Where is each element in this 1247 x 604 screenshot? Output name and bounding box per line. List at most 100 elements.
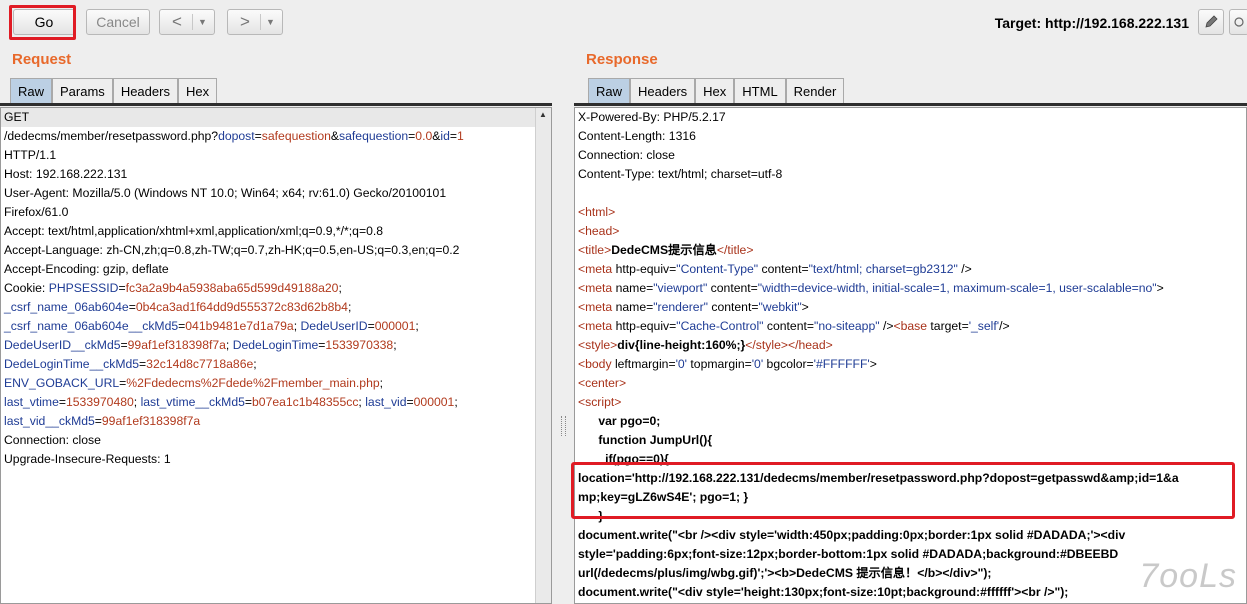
code-token: '0' bbox=[675, 357, 688, 371]
request-pane: Request Raw Params Headers Hex GET/dedecms/… bbox=[0, 46, 552, 604]
code-token: ; bbox=[338, 281, 342, 295]
tab-params[interactable]: Params bbox=[52, 78, 113, 103]
code-token: ; bbox=[379, 376, 384, 390]
code-token: = bbox=[244, 395, 253, 409]
code-token: = bbox=[806, 357, 814, 371]
code-token: DedeLoginTime__ckMd5 bbox=[4, 357, 140, 371]
code-line: <meta name="viewport" content="width=dev… bbox=[575, 279, 1246, 298]
tab-html[interactable]: HTML bbox=[734, 78, 786, 103]
pane-splitter[interactable] bbox=[552, 46, 574, 604]
back-button-divider bbox=[192, 14, 193, 30]
response-editor[interactable]: X-Powered-By: PHP/5.2.17 Content-Length: … bbox=[574, 107, 1247, 604]
code-token: 1 bbox=[457, 129, 464, 143]
code-line: Connection: close bbox=[1, 431, 551, 450]
tab-headers[interactable]: Headers bbox=[112, 78, 178, 103]
request-scrollbar[interactable]: ▲ bbox=[535, 108, 551, 603]
back-arrow-icon: < bbox=[172, 12, 182, 31]
code-token: DedeCMS提示信息 bbox=[611, 243, 717, 257]
cancel-button[interactable]: Cancel bbox=[86, 9, 150, 35]
code-token: = bbox=[367, 319, 375, 333]
tab-hex[interactable]: Hex bbox=[177, 78, 218, 103]
code-token: target bbox=[930, 319, 962, 333]
code-token: %2Fdedecms%2Fdede%2Fmember_main.php bbox=[126, 376, 380, 390]
code-token: ; bbox=[454, 395, 458, 409]
help-button[interactable] bbox=[1229, 9, 1247, 35]
scroll-up-icon[interactable]: ▲ bbox=[539, 110, 547, 119]
code-token: Firefox/61.0 bbox=[4, 205, 69, 219]
code-line: GET bbox=[1, 108, 551, 127]
code-line: Host: 192.168.222.131 bbox=[1, 165, 551, 184]
code-line: Accept-Language: zh-CN,zh;q=0.8,zh-TW;q=… bbox=[1, 241, 551, 260]
request-lines: GET/dedecms/member/resetpassword.php?dop… bbox=[1, 108, 551, 469]
code-token: http-equiv bbox=[615, 319, 670, 333]
code-token: content bbox=[707, 281, 751, 295]
code-token: > bbox=[801, 300, 809, 314]
response-lines: X-Powered-By: PHP/5.2.17 Content-Length: … bbox=[575, 108, 1246, 602]
tab-raw[interactable]: Raw bbox=[10, 78, 53, 103]
back-button[interactable]: < ▼ bbox=[159, 9, 215, 35]
request-editor[interactable]: GET/dedecms/member/resetpassword.php?dop… bbox=[0, 107, 552, 604]
forward-arrow-icon: > bbox=[240, 12, 250, 31]
code-line: User-Agent: Mozilla/5.0 (Windows NT 10.0… bbox=[1, 184, 551, 203]
code-token: safequestion bbox=[261, 129, 331, 143]
code-line: <script> bbox=[575, 393, 1246, 412]
help-icon bbox=[1234, 17, 1244, 27]
request-tab-underline bbox=[0, 103, 552, 106]
edit-target-button[interactable] bbox=[1198, 9, 1224, 35]
code-token: topmargin bbox=[687, 357, 745, 371]
tab-headers[interactable]: Headers bbox=[630, 78, 696, 103]
code-token: id bbox=[440, 129, 450, 143]
code-token: <meta bbox=[578, 262, 616, 276]
forward-button[interactable]: > ▼ bbox=[227, 9, 283, 35]
code-line: <style>div{line-height:160%;}</style></h… bbox=[575, 336, 1246, 355]
code-token: = bbox=[961, 319, 969, 333]
code-token: content bbox=[763, 319, 807, 333]
code-token: Accept-Language: zh-CN,zh;q=0.8,zh-TW;q=… bbox=[4, 243, 460, 257]
code-token: http-equiv bbox=[615, 262, 670, 276]
code-token: name bbox=[615, 300, 647, 314]
tab-raw[interactable]: Raw bbox=[588, 78, 631, 103]
code-line: Upgrade-Insecure-Requests: 1 bbox=[1, 450, 551, 469]
tab-render[interactable]: Render bbox=[785, 78, 845, 103]
code-token: ENV_GOBACK_URL bbox=[4, 376, 120, 390]
code-line: function JumpUrl(){ bbox=[575, 431, 1246, 450]
code-token: function JumpUrl(){ bbox=[578, 433, 713, 447]
code-token: "Cache-Control" bbox=[676, 319, 764, 333]
chevron-down-icon[interactable]: ▼ bbox=[266, 17, 275, 27]
code-token: = bbox=[406, 395, 414, 409]
splitter-grip-icon[interactable] bbox=[561, 416, 566, 436]
code-token: bgcolor bbox=[763, 357, 807, 371]
code-token: <meta bbox=[578, 319, 616, 333]
code-token: "viewport" bbox=[653, 281, 708, 295]
code-token: 1533970480 bbox=[66, 395, 134, 409]
code-line: last_vtime=1533970480; last_vtime__ckMd5… bbox=[1, 393, 551, 412]
code-token: ; bbox=[347, 300, 352, 314]
code-token: last_vid bbox=[365, 395, 407, 409]
code-line: <meta http-equiv="Content-Type" content=… bbox=[575, 260, 1246, 279]
watermark-logo: 7ooLs bbox=[1139, 557, 1237, 595]
code-token: _csrf_name_06ab604e__ckMd5 bbox=[4, 319, 179, 333]
code-token: document.write("<br /><div style='width:… bbox=[578, 528, 1126, 542]
code-line: Cookie: PHPSESSID=fc3a2a9b4a5938aba65d59… bbox=[1, 279, 551, 298]
code-token: _csrf_name_06ab604e bbox=[4, 300, 129, 314]
code-token: safequestion bbox=[339, 129, 409, 143]
code-token: div{line-height:160%;} bbox=[617, 338, 746, 352]
code-line: <meta name="renderer" content="webkit"> bbox=[575, 298, 1246, 317]
code-token: 32c14d8c7718a86e bbox=[146, 357, 254, 371]
code-token: last_vtime bbox=[4, 395, 59, 409]
tab-hex[interactable]: Hex bbox=[695, 78, 735, 103]
code-line: document.write("<br /><div style='width:… bbox=[575, 526, 1246, 545]
code-token: </style></head> bbox=[745, 338, 833, 352]
request-title: Request bbox=[12, 51, 72, 68]
code-token: Connection: close bbox=[578, 148, 675, 162]
code-token: 000001 bbox=[374, 319, 416, 333]
code-token: ; bbox=[225, 338, 233, 352]
code-token: b07ea1c1b48355cc bbox=[252, 395, 359, 409]
chevron-down-icon[interactable]: ▼ bbox=[198, 17, 207, 27]
code-line: DedeLoginTime__ckMd5=32c14d8c7718a86e; bbox=[1, 355, 551, 374]
code-token: fc3a2a9b4a5938aba65d599d49188a20 bbox=[125, 281, 339, 295]
code-token: > bbox=[1156, 281, 1164, 295]
go-button-highlight bbox=[9, 5, 76, 40]
code-token: DedeUserID__ckMd5 bbox=[4, 338, 121, 352]
